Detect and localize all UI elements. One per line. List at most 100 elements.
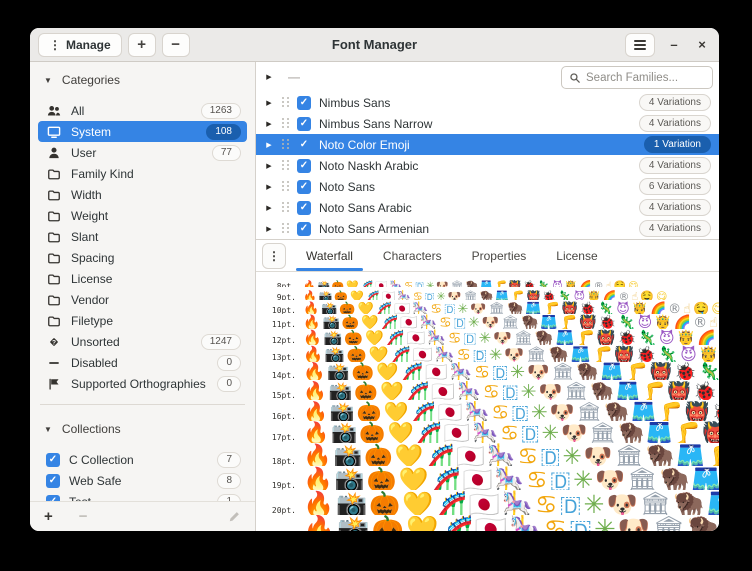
- font-family-row-noto-sans-arabic[interactable]: ▶✓Noto Sans Arabic4 Variations: [256, 197, 719, 218]
- font-enabled-checkbox[interactable]: ✓: [297, 96, 311, 110]
- remove-collection-button[interactable]: −: [79, 509, 88, 524]
- close-button[interactable]: ×: [693, 36, 711, 54]
- sidebar-item-spacing[interactable]: Spacing: [38, 247, 247, 268]
- categories-header-label: Categories: [62, 73, 120, 87]
- waterfall-row-12pt: 12pt.🔥📸🎃💛🎢🇯🇵🎠♋🇩✳🐶🏛🦬🩳🦵👹🐞🦎😈🤴🌈®☝🤤😋: [262, 329, 719, 345]
- font-family-row-nimbus-sans[interactable]: ▶✓Nimbus Sans4 Variations: [256, 92, 719, 113]
- minimize-button[interactable]: –: [665, 36, 683, 54]
- font-family-row-noto-sans[interactable]: ▶✓Noto Sans6 Variations: [256, 176, 719, 197]
- check-icon: ✓: [300, 160, 308, 171]
- font-family-row-noto-naskh-arabic[interactable]: ▶✓Noto Naskh Arabic4 Variations: [256, 155, 719, 176]
- search-input[interactable]: [586, 72, 705, 84]
- expander-icon[interactable]: ▶: [264, 204, 274, 212]
- tab-waterfall[interactable]: Waterfall: [304, 240, 355, 271]
- font-family-row-noto-sans-armenian[interactable]: ▶✓Noto Sans Armenian4 Variations: [256, 218, 719, 239]
- monitor-icon: [46, 124, 62, 140]
- font-enabled-checkbox[interactable]: ✓: [297, 117, 311, 131]
- waterfall-row-11pt: 11pt.🔥📸🎃💛🎢🇯🇵🎠♋🇩✳🐶🏛🦬🩳🦵👹🐞🦎😈🤴🌈®☝🤤😋: [262, 314, 719, 329]
- select-all-dash[interactable]: —: [288, 70, 300, 84]
- drag-handle-icon[interactable]: [282, 97, 289, 108]
- sidebar-item-system[interactable]: System108: [38, 121, 247, 142]
- font-enabled-checkbox[interactable]: ✓: [297, 138, 311, 152]
- waterfall-glyph-run: 🔥📸🎃💛🎢🇯🇵🎠♋🇩✳🐶🏛🦬🩳🦵👹🐞🦎😈🤴🌈®☝🤤😋: [303, 515, 719, 531]
- expand-all-icon[interactable]: ▶: [264, 73, 274, 81]
- sidebar-item-slant[interactable]: Slant: [38, 226, 247, 247]
- drag-handle-icon[interactable]: [282, 181, 289, 192]
- drag-handle-icon[interactable]: [282, 160, 289, 171]
- collection-item-c-collection[interactable]: ✓C Collection7: [38, 449, 247, 470]
- waterfall-size-label: 15pt.: [262, 391, 296, 400]
- drag-handle-icon[interactable]: [282, 118, 289, 129]
- waterfall-row-16pt: 16pt.🔥📸🎃💛🎢🇯🇵🎠♋🇩✳🐶🏛🦬🩳🦵👹🐞🦎😈🤴🌈®☝🤤😋: [262, 400, 719, 421]
- waterfall-glyph-run: 🔥📸🎃💛🎢🇯🇵🎠♋🇩✳🐶🏛🦬🩳🦵👹🐞🦎😈🤴🌈®☝🤤😋: [303, 444, 719, 466]
- sidebar-item-label: User: [71, 146, 203, 160]
- waterfall-glyph-run: 🔥📸🎃💛🎢🇯🇵🎠♋🇩✳🐶🏛🦬🩳🦵👹🐞🦎😈🤴🌈®☝🤤😋: [303, 381, 719, 400]
- font-manager-window: ⋮ Manage + − Font Manager – ×: [30, 28, 719, 531]
- tab-license[interactable]: License: [554, 240, 599, 271]
- font-enabled-checkbox[interactable]: ✓: [297, 159, 311, 173]
- sidebar-item-filetype[interactable]: Filetype: [38, 310, 247, 331]
- font-family-row-noto-color-emoji[interactable]: ▶✓Noto Color Emoji1 Variation: [256, 134, 719, 155]
- drag-handle-icon[interactable]: [282, 202, 289, 213]
- manage-button[interactable]: ⋮ Manage: [38, 33, 122, 57]
- expander-icon[interactable]: ▶: [264, 141, 274, 149]
- sidebar-item-license[interactable]: License: [38, 268, 247, 289]
- sidebar-item-label: Disabled: [71, 356, 208, 370]
- font-enabled-checkbox[interactable]: ✓: [297, 180, 311, 194]
- categories-header[interactable]: ▼ Categories: [30, 68, 255, 92]
- collections-header[interactable]: ▼ Collections: [30, 417, 255, 441]
- sidebar-item-weight[interactable]: Weight: [38, 205, 247, 226]
- waterfall-row-19pt: 19pt.🔥📸🎃💛🎢🇯🇵🎠♋🇩✳🐶🏛🦬🩳🦵👹🐞🦎😈🤴🌈®☝🤤😋: [262, 466, 719, 490]
- app-menu-button[interactable]: [625, 33, 655, 57]
- sidebar-item-all[interactable]: All1263: [38, 100, 247, 121]
- expander-icon[interactable]: ▶: [264, 99, 274, 107]
- font-family-row-nimbus-sans-narrow[interactable]: ▶✓Nimbus Sans Narrow4 Variations: [256, 113, 719, 134]
- sidebar-separator: [40, 404, 245, 405]
- variations-badge: 4 Variations: [639, 199, 711, 216]
- sidebar-item-supported-orthographies[interactable]: Supported Orthographies0: [38, 373, 247, 394]
- collection-item-web-safe[interactable]: ✓Web Safe8: [38, 470, 247, 491]
- count-badge: 7: [217, 452, 241, 468]
- search-entry[interactable]: [561, 66, 713, 89]
- waterfall-row-13pt: 13pt.🔥📸🎃💛🎢🇯🇵🎠♋🇩✳🐶🏛🦬🩳🦵👹🐞🦎😈🤴🌈®☝🤤😋: [262, 345, 719, 362]
- waterfall-glyph-run: 🔥📸🎃💛🎢🇯🇵🎠♋🇩✳🐶🏛🦬🩳🦵👹🐞🦎😈🤴🌈®☝🤤😋: [303, 329, 719, 345]
- collections-header-label: Collections: [62, 422, 121, 436]
- waterfall-glyph-run: 🔥📸🎃💛🎢🇯🇵🎠♋🇩✳🐶🏛🦬🩳🦵👹🐞🦎😈🤴🌈®☝🤤😋: [303, 302, 719, 314]
- remove-fonts-button[interactable]: −: [162, 33, 190, 57]
- drag-handle-icon[interactable]: [282, 223, 289, 234]
- expander-icon[interactable]: ▶: [264, 225, 274, 233]
- expander-icon[interactable]: ▶: [264, 183, 274, 191]
- sidebar-item-width[interactable]: Width: [38, 184, 247, 205]
- sidebar-item-label: Width: [71, 188, 241, 202]
- sidebar-item-unsorted[interactable]: ?Unsorted1247: [38, 331, 247, 352]
- expander-icon[interactable]: ▶: [264, 120, 274, 128]
- sidebar-item-disabled[interactable]: Disabled0: [38, 352, 247, 373]
- check-icon: ✓: [49, 475, 57, 486]
- variations-badge: 6 Variations: [639, 178, 711, 195]
- font-enabled-checkbox[interactable]: ✓: [297, 201, 311, 215]
- collection-checkbox[interactable]: ✓: [46, 453, 60, 467]
- sidebar-item-user[interactable]: User77: [38, 142, 247, 163]
- sidebar-item-vendor[interactable]: Vendor: [38, 289, 247, 310]
- tab-characters[interactable]: Characters: [381, 240, 444, 271]
- preview-menu-button[interactable]: ⋮: [262, 243, 286, 269]
- people-icon: [46, 103, 62, 119]
- collection-item-test[interactable]: ✓Test1: [38, 491, 247, 501]
- tab-properties[interactable]: Properties: [470, 240, 529, 271]
- add-fonts-button[interactable]: +: [128, 33, 156, 57]
- expander-icon[interactable]: ▶: [264, 162, 274, 170]
- preview-tabs: Waterfall Characters Properties License: [304, 240, 600, 271]
- collection-checkbox[interactable]: ✓: [46, 474, 60, 488]
- waterfall-size-label: 14pt.: [262, 371, 296, 380]
- count-badge: 1: [217, 494, 241, 502]
- sidebar-item-family-kind[interactable]: Family Kind: [38, 163, 247, 184]
- drag-handle-icon[interactable]: [282, 139, 289, 150]
- count-badge: 108: [206, 124, 241, 140]
- preview-pane: ⋮ WaterfallCharactersPropertiesLicense 8…: [256, 239, 719, 531]
- rename-collection-pencil-icon[interactable]: [228, 510, 241, 523]
- collection-item-label: Web Safe: [69, 474, 208, 488]
- font-enabled-checkbox[interactable]: ✓: [297, 222, 311, 236]
- sidebar-scroll-area: ▼ Categories All1263System108User77Famil…: [30, 62, 255, 501]
- add-collection-button[interactable]: +: [44, 509, 53, 524]
- font-family-name: Noto Naskh Arabic: [319, 159, 631, 173]
